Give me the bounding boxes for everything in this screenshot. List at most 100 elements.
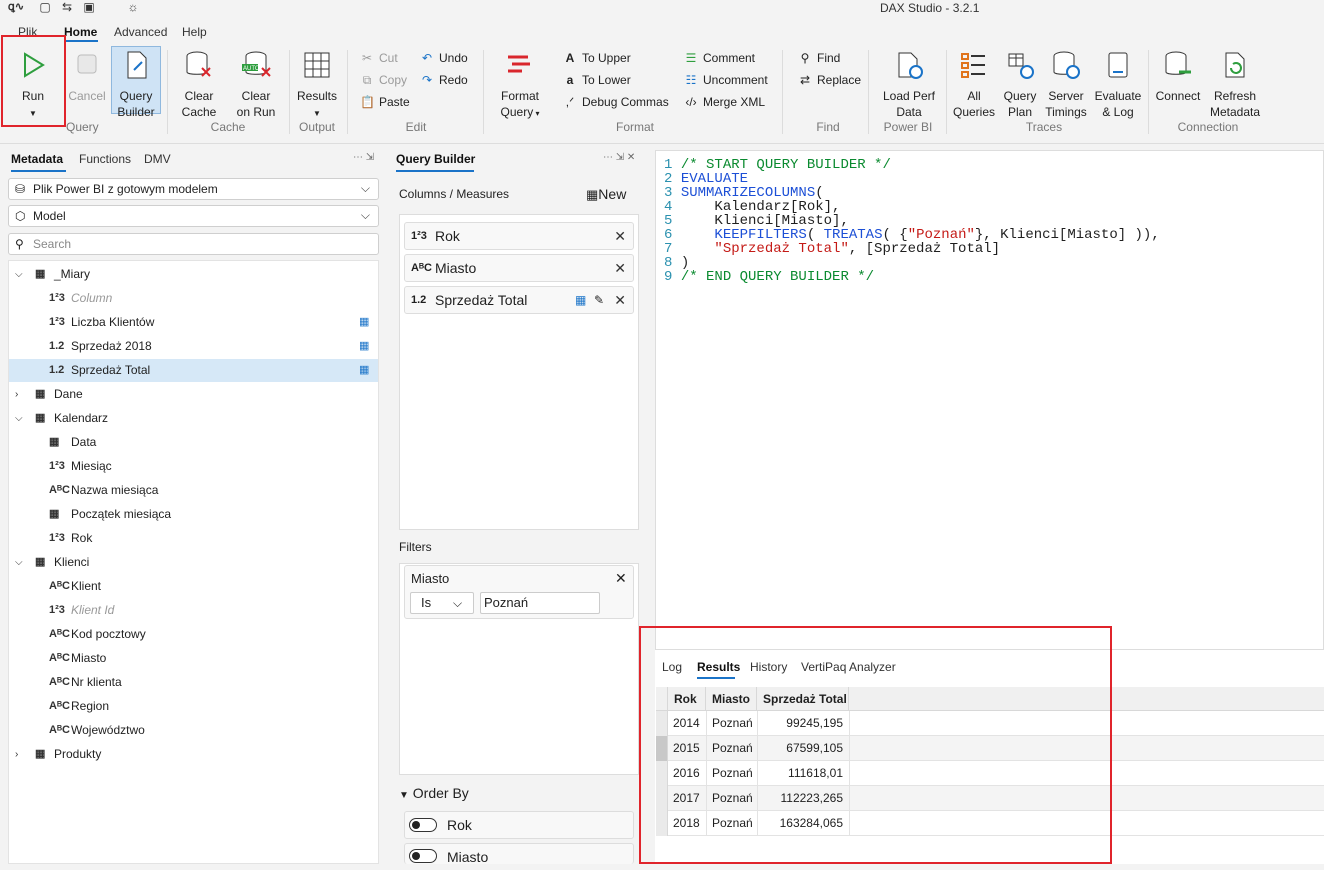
tab-home[interactable]: Home (64, 25, 97, 39)
cancel-button[interactable]: Cancel (64, 50, 110, 104)
new-file-icon[interactable]: ▢ (38, 0, 52, 14)
redo-button[interactable]: ↷ Redo (420, 73, 468, 87)
chevron-right-icon[interactable]: › (15, 743, 18, 766)
clear-cache-label-2: Cache (181, 105, 217, 119)
refresh-metadata-button[interactable]: Refresh Metadata (1206, 50, 1264, 120)
tree-column-node[interactable]: 1²3 Column (9, 287, 378, 310)
tree-column-node[interactable]: AᴮC Nazwa miesiąca (9, 479, 378, 502)
order-by-header[interactable]: ▼ Order By (399, 785, 469, 801)
tree-column-node[interactable]: AᴮC Region (9, 695, 378, 718)
tree-column-node[interactable]: 1²3 Rok (9, 527, 378, 550)
tree-column-node[interactable]: 1²3 Klient Id (9, 599, 378, 622)
model-dropdown[interactable]: ⬡ Model ⌵ (8, 205, 379, 227)
cut-button[interactable]: ✂ Cut (360, 51, 398, 65)
sort-toggle[interactable] (409, 849, 437, 863)
comment-button[interactable]: ☰ Comment (684, 51, 755, 65)
tab-help[interactable]: Help (182, 25, 207, 39)
save-icon[interactable]: ▣ (82, 0, 96, 14)
qb-column-item[interactable]: 1²3 Rok ✕ (404, 222, 634, 250)
query-builder-label-1: Query (119, 89, 153, 103)
tree-column-node[interactable]: AᴮC Kod pocztowy (9, 623, 378, 646)
to-upper-button[interactable]: A To Upper (563, 51, 631, 65)
new-measure-button[interactable]: ▦New (586, 186, 626, 203)
tree-column-node[interactable]: 1²3 Miesiąc (9, 455, 378, 478)
theme-icon[interactable]: ☼ (126, 0, 140, 14)
chevron-down-icon[interactable]: ⌵ (15, 407, 23, 430)
tree-column-node[interactable]: AᴮC Klient (9, 575, 378, 598)
format-query-button[interactable]: Format Query ▾ (494, 50, 546, 122)
ribbon-separator (483, 50, 484, 134)
paste-button[interactable]: 📋 Paste (360, 95, 410, 109)
tree-table-node[interactable]: › ▦ Dane (9, 383, 378, 406)
to-lower-button[interactable]: a To Lower (563, 73, 631, 87)
clear-on-run-button[interactable]: AUTO Clear on Run (230, 50, 282, 120)
close-icon[interactable]: ✕ (614, 223, 626, 249)
search-input[interactable]: ⚲ Search (8, 233, 379, 255)
qb-column-item[interactable]: 1.2 Sprzedaż Total ▦ ✎ ✕ (404, 286, 634, 314)
tab-dmv[interactable]: DMV (144, 152, 171, 166)
code-token: /* END QUERY BUILDER */ (680, 269, 875, 285)
chevron-right-icon[interactable]: › (15, 383, 18, 406)
tree-table-node[interactable]: ⌵ ▦ Kalendarz (9, 407, 378, 430)
calculator-icon[interactable]: ▦ (575, 287, 586, 313)
qb-panel-menu-icon[interactable]: ⋯ ⇲ ✕ (603, 152, 635, 163)
tab-advanced[interactable]: Advanced (114, 25, 167, 39)
all-queries-icon (958, 50, 990, 82)
ribbon-separator (868, 50, 869, 134)
tree-column-node[interactable]: 1.2 Sprzedaż 2018 ▦ (9, 335, 378, 358)
edit-icon[interactable]: ✎ (594, 287, 604, 313)
column-type-icon: AᴮC (49, 580, 70, 592)
evaluate-log-button[interactable]: Evaluate & Log (1094, 50, 1142, 120)
filter-field-label: Miasto (411, 571, 450, 586)
query-builder-button[interactable]: Query Builder (112, 50, 160, 120)
filter-operator-value: Is (421, 595, 432, 610)
tree-column-node[interactable]: AᴮC Województwo (9, 719, 378, 742)
tree-table-node[interactable]: ⌵ ▦ _Miary (9, 263, 378, 286)
xml-icon: ‹/› (685, 95, 697, 109)
tree-column-node[interactable]: 1²3 Liczba Klientów ▦ (9, 311, 378, 334)
load-perf-data-button[interactable]: Load Perf Data (878, 50, 940, 120)
server-timings-button[interactable]: Server Timings (1042, 50, 1090, 120)
tree-column-node[interactable]: AᴮC Miasto (9, 647, 378, 670)
filter-value-input[interactable]: Poznań (480, 592, 600, 614)
copy-button[interactable]: ⧉ Copy (360, 73, 407, 87)
panel-menu-icon[interactable]: ⋯ ⇲ (353, 152, 374, 163)
query-plan-button[interactable]: Query Plan (998, 50, 1042, 120)
copy-label: Copy (379, 73, 408, 87)
query-builder-title: Query Builder (396, 152, 476, 166)
debug-commas-button[interactable]: ,ᐟ Debug Commas (563, 95, 669, 109)
filter-operator-select[interactable]: Is ⌵ (410, 592, 474, 614)
undo-button[interactable]: ↶ Undo (420, 51, 468, 65)
order-by-item[interactable]: Miasto (404, 843, 634, 865)
tab-metadata[interactable]: Metadata (11, 152, 63, 166)
open-file-icon[interactable]: ⇆ (60, 0, 74, 14)
replace-icon: ⇄ (799, 73, 811, 87)
tab-functions[interactable]: Functions (79, 152, 131, 166)
sort-toggle[interactable] (409, 818, 437, 832)
close-icon[interactable]: ✕ (614, 287, 626, 313)
all-queries-button[interactable]: All Queries (952, 50, 996, 120)
qb-column-item[interactable]: AᴮC Miasto ✕ (404, 254, 634, 282)
tree-table-node[interactable]: ⌵ ▦ Klienci (9, 551, 378, 574)
tree-column-node[interactable]: ▦ Początek miesiąca (9, 503, 378, 526)
chevron-down-icon[interactable]: ⌵ (15, 263, 23, 286)
refresh-metadata-label-2: Metadata (1209, 105, 1261, 119)
chevron-down-icon[interactable]: ⌵ (15, 551, 23, 574)
tree-table-node[interactable]: › ▦ Produkty (9, 743, 378, 766)
results-button[interactable]: Results ▼ (294, 50, 340, 122)
ribbon-separator (289, 50, 290, 134)
replace-button[interactable]: ⇄ Replace (798, 73, 861, 87)
uncomment-button[interactable]: ☷ Uncomment (684, 73, 768, 87)
auto-badge: AUTO (243, 66, 260, 72)
order-by-item[interactable]: Rok (404, 811, 634, 839)
source-dropdown[interactable]: ⛁ Plik Power BI z gotowym modelem ⌵ (8, 178, 379, 200)
close-icon[interactable]: ✕ (615, 570, 627, 587)
tree-column-node[interactable]: AᴮC Nr klienta (9, 671, 378, 694)
find-button[interactable]: ⚲ Find (798, 51, 841, 65)
connect-button[interactable]: Connect (1152, 50, 1204, 104)
tree-column-node[interactable]: 1.2 Sprzedaż Total ▦ (9, 359, 378, 382)
tree-column-node[interactable]: ▦ Data (9, 431, 378, 454)
close-icon[interactable]: ✕ (614, 255, 626, 281)
merge-xml-button[interactable]: ‹/› Merge XML (684, 95, 765, 109)
clear-cache-button[interactable]: Clear Cache (174, 50, 224, 120)
